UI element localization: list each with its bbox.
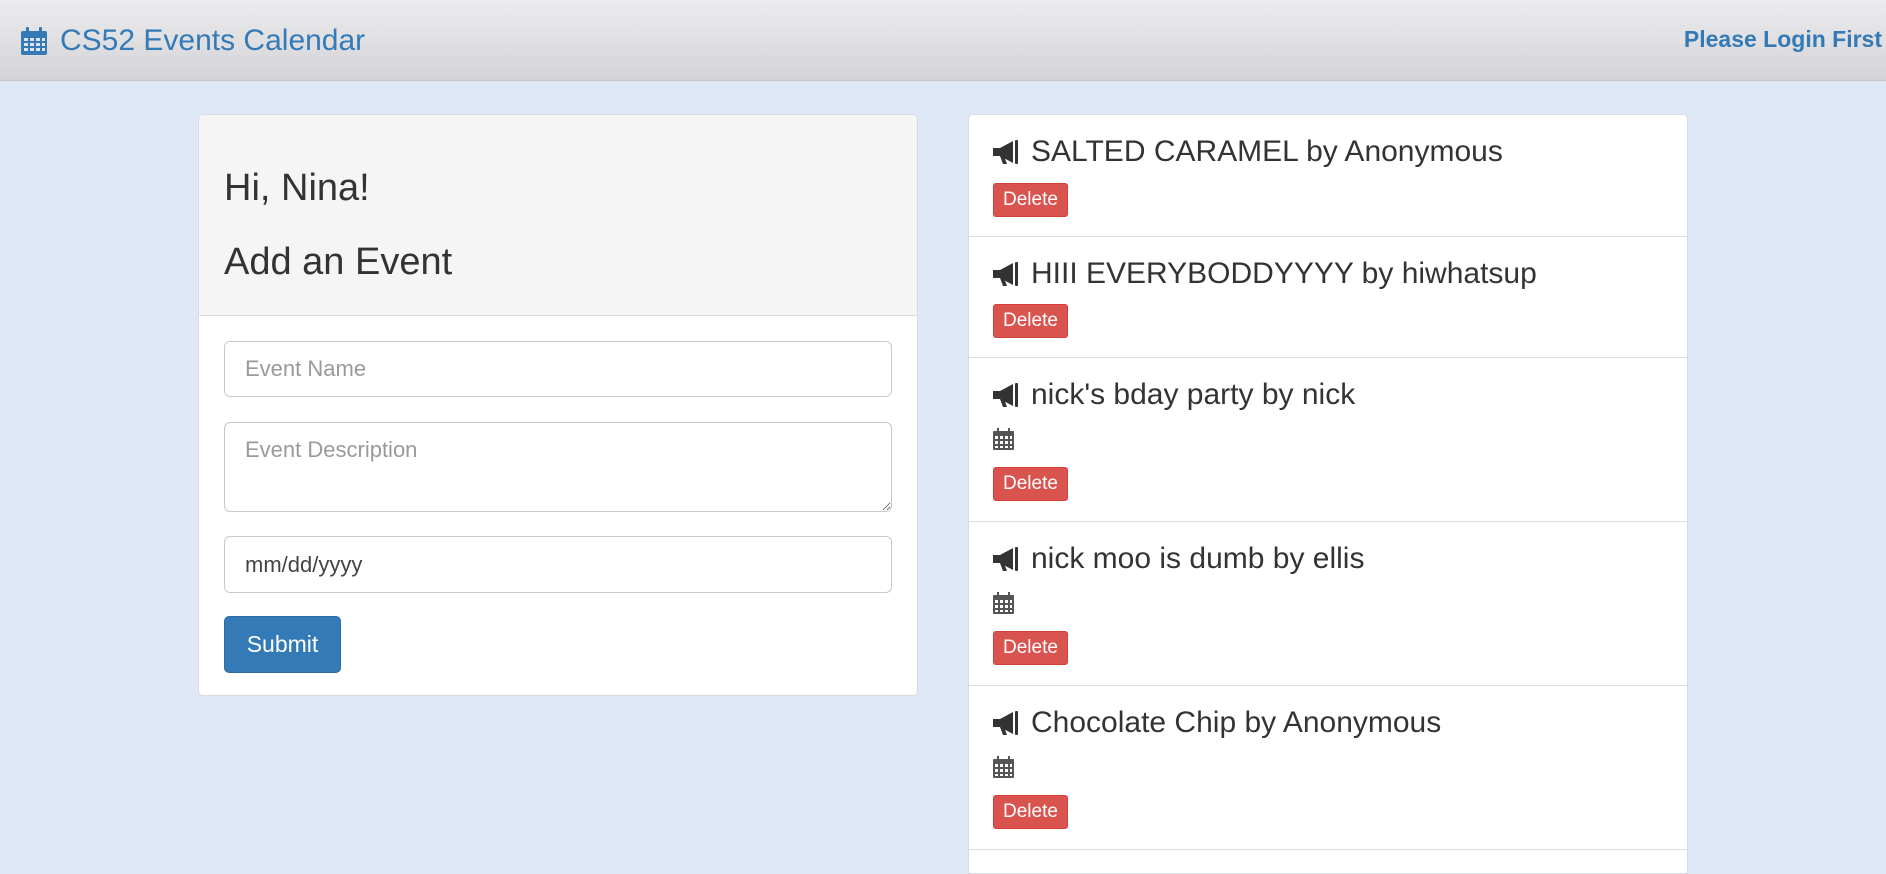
megaphone-icon xyxy=(993,711,1018,735)
navbar: CS52 Events Calendar Please Login First xyxy=(0,0,1886,81)
calendar-icon xyxy=(993,592,1014,614)
event-name-input[interactable] xyxy=(224,341,892,397)
delete-button[interactable]: Delete xyxy=(993,631,1068,665)
megaphone-icon xyxy=(993,140,1018,164)
events-list: SALTED CARAMEL by Anonymous Delete HIII … xyxy=(968,114,1688,874)
event-title: SALTED CARAMEL by Anonymous xyxy=(991,135,1503,169)
event-title: nick moo is dumb by ellis xyxy=(991,542,1364,576)
event-title-text: SALTED CARAMEL by Anonymous xyxy=(1031,135,1503,168)
event-title-text: HIII EVERYBODDYYYY by hiwhatsup xyxy=(1031,257,1537,290)
event-item: nick moo is dumb by ellis Delete xyxy=(969,522,1687,686)
calendar-icon xyxy=(993,756,1014,778)
event-item: HIII EVERYBODDYYYY by hiwhatsup Delete xyxy=(969,237,1687,358)
event-item: nick's bday party by nick Delete xyxy=(969,358,1687,522)
event-title-text: nick moo is dumb by ellis xyxy=(1031,542,1365,575)
date-placeholder: mm/dd/yyyy xyxy=(245,551,363,577)
add-event-panel: Hi, Nina! Add an Event mm/dd/yyyy Submit xyxy=(198,114,918,696)
delete-button[interactable]: Delete xyxy=(993,183,1068,217)
event-description-input[interactable] xyxy=(224,422,892,512)
event-title-text: Chocolate Chip by Anonymous xyxy=(1031,706,1442,739)
event-title-text: nick's bday party by nick xyxy=(1031,378,1356,411)
greeting: Hi, Nina! xyxy=(224,167,370,209)
login-link[interactable]: Please Login First xyxy=(1684,26,1882,53)
event-title: Chocolate Chip by Anonymous xyxy=(991,706,1441,740)
megaphone-icon xyxy=(993,547,1018,571)
brand-link[interactable]: CS52 Events Calendar xyxy=(20,23,365,59)
megaphone-icon xyxy=(993,383,1018,407)
event-title: HIII EVERYBODDYYYY by hiwhatsup xyxy=(991,257,1537,291)
delete-button[interactable]: Delete xyxy=(993,304,1068,338)
calendar-icon xyxy=(21,27,47,55)
panel-heading: Hi, Nina! Add an Event xyxy=(199,115,917,316)
event-date-input[interactable]: mm/dd/yyyy xyxy=(224,536,892,593)
event-title: nick's bday party by nick xyxy=(991,378,1355,412)
event-item: Chocolate Chip by Anonymous Delete xyxy=(969,686,1687,850)
megaphone-icon xyxy=(993,262,1018,286)
brand-title: CS52 Events Calendar xyxy=(60,24,366,57)
form-title: Add an Event xyxy=(224,241,453,283)
delete-button[interactable]: Delete xyxy=(993,467,1068,501)
event-item: SALTED CARAMEL by Anonymous Delete xyxy=(969,115,1687,237)
submit-button[interactable]: Submit xyxy=(224,616,341,673)
calendar-icon xyxy=(993,428,1014,450)
delete-button[interactable]: Delete xyxy=(993,795,1068,829)
event-item xyxy=(969,850,1687,873)
